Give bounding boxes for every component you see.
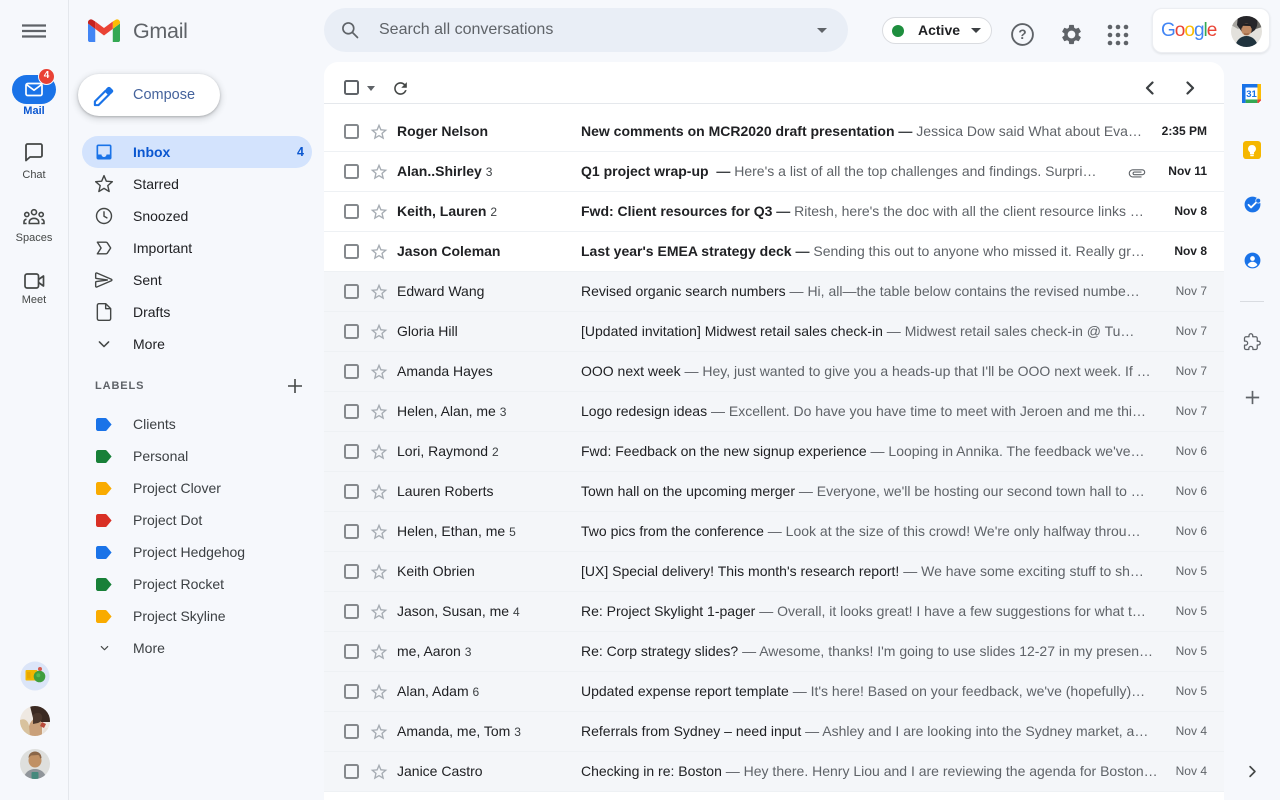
svg-text:31: 31 xyxy=(1246,89,1257,100)
svg-text:?: ? xyxy=(1018,27,1026,42)
